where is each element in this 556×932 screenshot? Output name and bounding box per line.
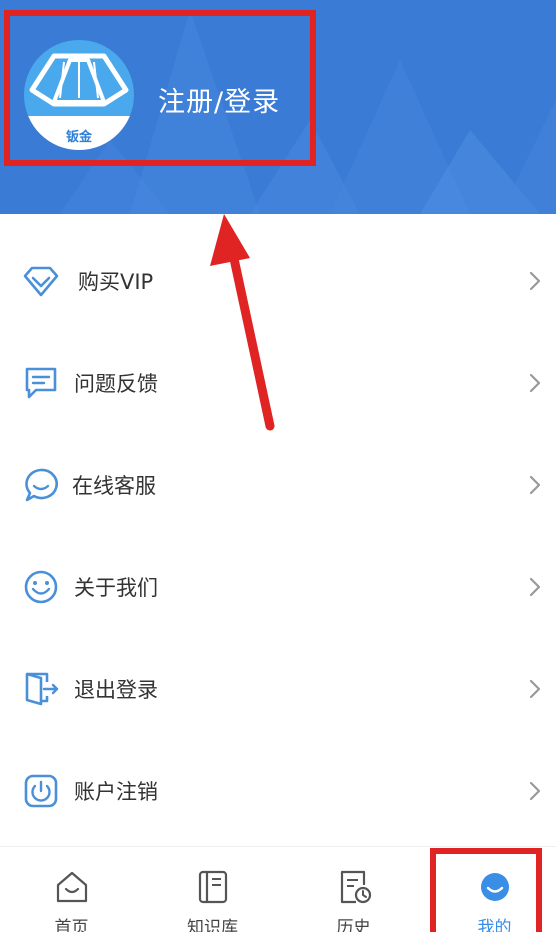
register-login-link[interactable]: 注册/登录 <box>158 80 280 119</box>
menu-item-buy-vip[interactable]: 购买VIP <box>0 230 556 330</box>
nav-label: 知识库 <box>187 918 238 932</box>
nav-tab-knowledge[interactable]: 知识库 <box>143 847 282 932</box>
nav-label: 历史 <box>336 918 371 932</box>
menu-item-feedback[interactable]: 问题反馈 <box>0 332 556 432</box>
menu-item-label: 关于我们 <box>74 576 158 600</box>
chat-icon <box>25 468 58 502</box>
menu-item-delete-account[interactable]: 账户注销 <box>0 740 556 840</box>
history-icon <box>340 870 371 904</box>
book-icon <box>198 870 227 904</box>
chevron-right-icon <box>529 373 541 393</box>
feedback-icon <box>25 367 57 399</box>
nav-tab-home[interactable]: 首页 <box>2 847 141 932</box>
app-root: 钣金 注册/登录 购买VIP 问题反馈 在线客服 关于我们 退出登录 账户注销 … <box>0 0 556 932</box>
power-icon <box>24 774 58 808</box>
menu-item-online-service[interactable]: 在线客服 <box>0 434 556 534</box>
menu-item-about-us[interactable]: 关于我们 <box>0 536 556 636</box>
home-icon <box>56 871 87 903</box>
diamond-icon <box>23 266 59 297</box>
profile-header: 钣金 注册/登录 <box>0 0 556 214</box>
menu-item-label: 问题反馈 <box>74 372 158 396</box>
menu-item-label: 退出登录 <box>74 678 158 702</box>
nav-label: 首页 <box>54 918 89 932</box>
menu-item-logout[interactable]: 退出登录 <box>0 638 556 738</box>
logout-icon <box>25 672 59 706</box>
chevron-right-icon <box>529 679 541 699</box>
menu-item-label: 在线客服 <box>72 474 156 498</box>
chevron-right-icon <box>529 475 541 495</box>
menu-item-label: 账户注销 <box>74 780 158 804</box>
nav-tab-history[interactable]: 历史 <box>284 847 423 932</box>
app-logo-avatar[interactable]: 钣金 <box>24 40 134 150</box>
mine-tab-highlight-box <box>430 848 542 932</box>
chevron-right-icon <box>529 271 541 291</box>
smile-icon <box>24 570 58 604</box>
avatar-text: 钣金 <box>65 130 92 145</box>
chevron-right-icon <box>529 577 541 597</box>
chevron-right-icon <box>529 781 541 801</box>
menu-item-label: 购买VIP <box>78 270 154 294</box>
